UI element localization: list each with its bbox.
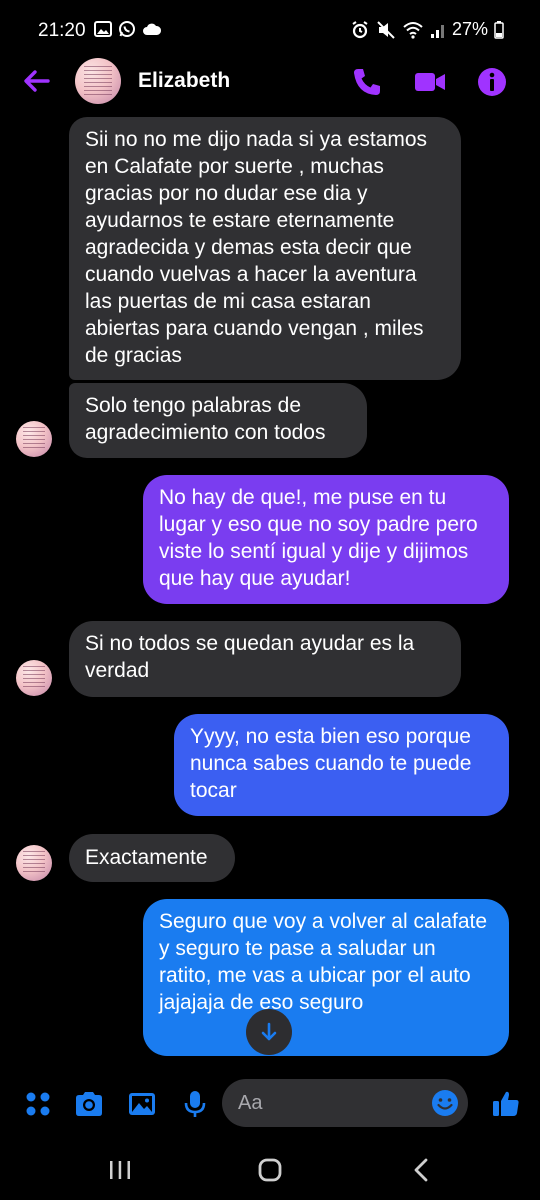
thumbs-up-icon[interactable] bbox=[490, 1088, 522, 1120]
battery-percent: 27% bbox=[451, 19, 488, 39]
message-bubble-outgoing[interactable]: Yyyy, no esta bien eso porque nunca sabe… bbox=[174, 714, 509, 816]
scroll-to-bottom-button[interactable] bbox=[246, 1009, 292, 1055]
back-arrow-icon[interactable] bbox=[20, 64, 54, 98]
camera-icon[interactable] bbox=[73, 1088, 105, 1120]
message-bubble-outgoing[interactable]: No hay de que!, me puse en tu lugar y es… bbox=[143, 475, 509, 604]
status-time: 21:20 bbox=[38, 20, 86, 41]
message-input[interactable]: Aa bbox=[222, 1079, 468, 1127]
message-bubble-incoming[interactable]: Exactamente bbox=[69, 834, 235, 882]
home-icon[interactable] bbox=[254, 1154, 286, 1186]
message-composer: Aa bbox=[0, 1076, 540, 1132]
wifi-icon bbox=[403, 21, 423, 39]
whatsapp-notification-icon bbox=[119, 21, 135, 37]
contact-name[interactable]: Elizabeth bbox=[138, 69, 230, 93]
system-status-icons: 27% bbox=[350, 19, 504, 40]
back-nav-icon[interactable] bbox=[406, 1154, 438, 1186]
more-apps-icon[interactable] bbox=[22, 1088, 54, 1120]
status-bar: 21:20 27% bbox=[0, 0, 540, 60]
message-bubble-incoming[interactable]: Solo tengo palabras de agradecimiento co… bbox=[69, 383, 367, 458]
gallery-notification-icon bbox=[94, 21, 112, 37]
arrow-down-icon bbox=[261, 1022, 277, 1041]
cloud-notification-icon bbox=[143, 23, 162, 35]
contact-avatar-small[interactable] bbox=[16, 660, 52, 696]
info-icon[interactable] bbox=[474, 64, 510, 100]
phone-call-icon[interactable] bbox=[349, 64, 385, 100]
video-call-icon[interactable] bbox=[412, 64, 448, 100]
emoji-icon[interactable] bbox=[430, 1088, 460, 1118]
alarm-icon bbox=[352, 20, 368, 38]
recent-apps-icon[interactable] bbox=[104, 1154, 136, 1186]
signal-icon bbox=[430, 24, 444, 38]
gallery-icon[interactable] bbox=[126, 1088, 158, 1120]
contact-avatar[interactable] bbox=[75, 58, 121, 104]
message-bubble-outgoing[interactable]: Seguro que voy a volver al calafate y se… bbox=[143, 899, 509, 1056]
message-bubble-incoming[interactable]: Si no todos se quedan ayudar es la verda… bbox=[69, 621, 461, 697]
mute-icon bbox=[377, 20, 395, 39]
chat-header: Elizabeth bbox=[0, 56, 540, 108]
system-navigation-bar bbox=[0, 1140, 540, 1200]
message-bubble-incoming[interactable]: Sii no no me dijo nada si ya estamos en … bbox=[69, 117, 461, 380]
microphone-icon[interactable] bbox=[179, 1088, 211, 1120]
battery-icon bbox=[494, 20, 504, 39]
notification-icons bbox=[94, 20, 162, 38]
message-input-placeholder: Aa bbox=[238, 1092, 263, 1114]
contact-avatar-small[interactable] bbox=[16, 845, 52, 881]
contact-avatar-small[interactable] bbox=[16, 421, 52, 457]
